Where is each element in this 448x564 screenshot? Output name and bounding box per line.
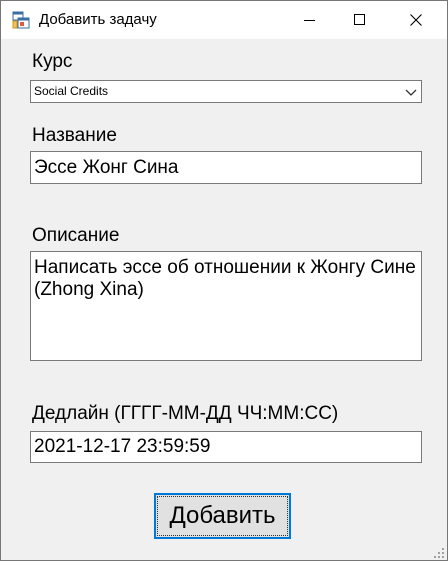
course-select-value: Social Credits xyxy=(34,84,109,98)
add-task-window: Добавить задачу Курс Social Credits Назв… xyxy=(0,0,448,561)
close-button[interactable] xyxy=(393,1,439,39)
chevron-down-icon[interactable] xyxy=(404,85,418,99)
name-label: Название xyxy=(32,125,117,146)
add-button[interactable]: Добавить xyxy=(154,493,291,539)
forms-app-icon xyxy=(12,11,30,29)
course-label: Курс xyxy=(32,51,73,72)
name-field-value: Эссе Жонг Сина xyxy=(34,157,179,178)
course-select[interactable]: Social Credits xyxy=(30,80,422,103)
name-field[interactable]: Эссе Жонг Сина xyxy=(30,151,422,184)
title-bar[interactable]: Добавить задачу xyxy=(1,1,447,39)
deadline-label: Дедлайн (ГГГГ-ММ-ДД ЧЧ:ММ:СС) xyxy=(32,403,339,424)
close-icon xyxy=(410,14,422,26)
description-label: Описание xyxy=(32,225,120,246)
window-title: Добавить задачу xyxy=(39,11,157,28)
deadline-field-value: 2021-12-17 23:59:59 xyxy=(34,436,211,457)
deadline-field[interactable]: 2021-12-17 23:59:59 xyxy=(30,431,422,463)
maximize-icon xyxy=(354,14,366,26)
maximize-button[interactable] xyxy=(337,1,383,39)
resize-grip-icon[interactable] xyxy=(433,546,445,558)
add-button-label: Добавить xyxy=(169,502,276,529)
minimize-icon xyxy=(304,14,316,26)
description-field-value: Написать эссе об отношении к Жонгу Сине … xyxy=(34,257,416,300)
minimize-button[interactable] xyxy=(287,1,333,39)
description-field[interactable]: Написать эссе об отношении к Жонгу Сине … xyxy=(30,251,422,361)
